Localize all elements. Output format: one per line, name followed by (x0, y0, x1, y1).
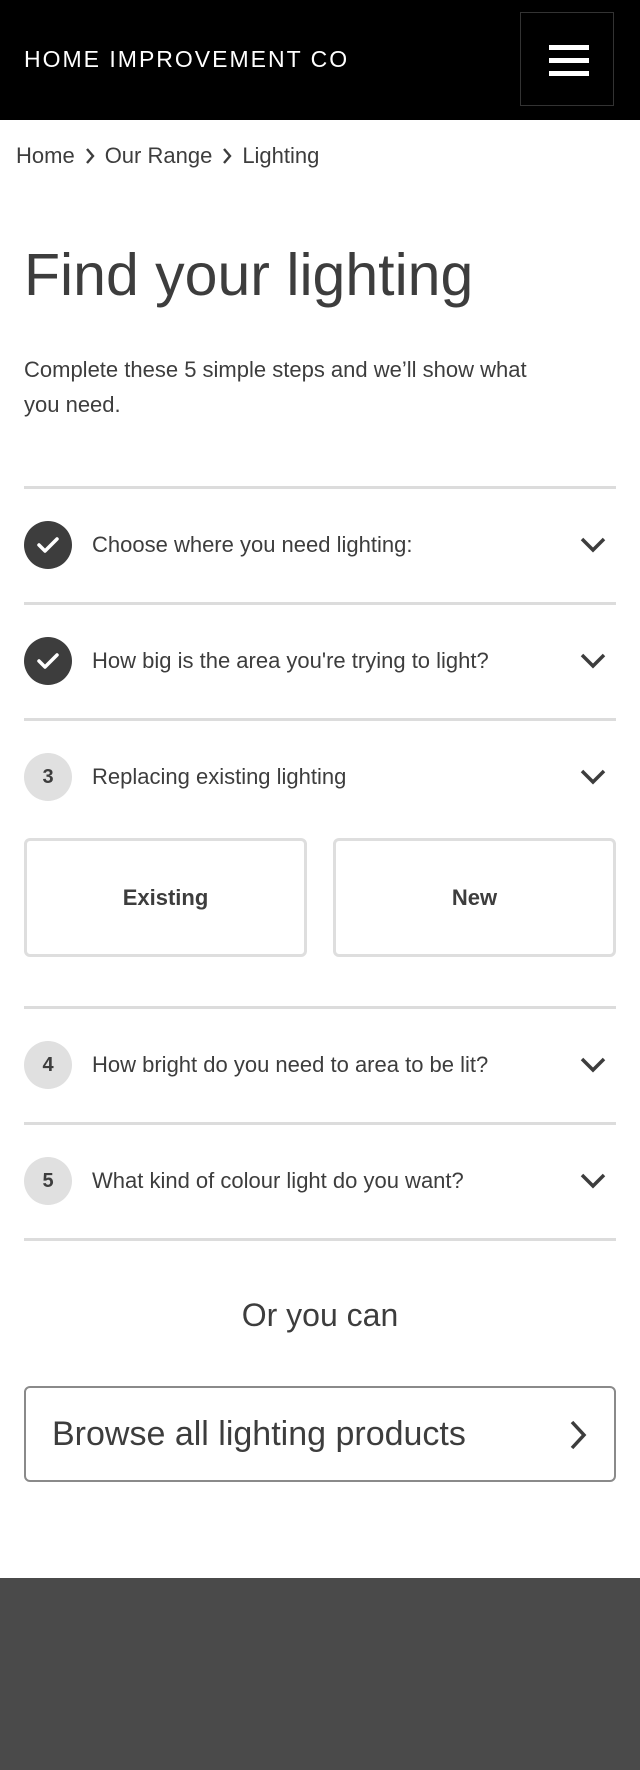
option-existing-button[interactable]: Existing (24, 838, 307, 957)
step-5-number: 5 (24, 1157, 72, 1205)
browse-button-label: Browse all lighting products (52, 1415, 466, 1453)
divider (24, 1122, 616, 1125)
chevron-down-icon (580, 653, 606, 669)
chevron-down-icon (580, 537, 606, 553)
site-footer (0, 1578, 640, 1770)
divider (24, 1238, 616, 1241)
chevron-right-icon (212, 147, 242, 165)
step-3-label: Replacing existing lighting (92, 764, 347, 789)
step-5-label: What kind of colour light do you want? (92, 1168, 464, 1193)
page-title: Find your lighting (24, 242, 474, 308)
breadcrumb-home[interactable]: Home (16, 143, 75, 169)
chevron-down-icon (580, 769, 606, 785)
divider (24, 486, 616, 489)
breadcrumb: Home Our Range Lighting (16, 140, 319, 172)
chevron-right-icon (75, 147, 105, 165)
step-5-header[interactable]: 5 What kind of colour light do you want? (24, 1127, 616, 1237)
step-2-label: How big is the area you're trying to lig… (92, 648, 489, 673)
step-1-header[interactable]: Choose where you need lighting: (24, 491, 616, 601)
browse-all-lighting-button[interactable]: Browse all lighting products (24, 1386, 616, 1482)
step-3-number: 3 (24, 753, 72, 801)
step-4-label: How bright do you need to area to be lit… (92, 1052, 489, 1077)
menu-button[interactable] (520, 12, 614, 106)
check-icon (24, 637, 72, 685)
divider (24, 718, 616, 721)
breadcrumb-current: Lighting (242, 143, 320, 168)
chevron-down-icon (580, 1173, 606, 1189)
step-1-label: Choose where you need lighting: (92, 532, 413, 557)
step-4-header[interactable]: 4 How bright do you need to area to be l… (24, 1011, 616, 1121)
step-4-number: 4 (24, 1041, 72, 1089)
step-3-header[interactable]: 3 Replacing existing lighting (24, 723, 616, 833)
chevron-down-icon (580, 1057, 606, 1073)
site-header: HOME IMPROVEMENT CO (0, 0, 640, 120)
step-2-header[interactable]: How big is the area you're trying to lig… (24, 607, 616, 717)
chevron-right-icon (570, 1420, 587, 1450)
page-intro: Complete these 5 simple steps and we’ll … (24, 357, 527, 417)
breadcrumb-our-range[interactable]: Our Range (105, 143, 213, 169)
brand-logo[interactable]: HOME IMPROVEMENT CO (24, 46, 349, 73)
divider (24, 1006, 616, 1009)
option-new-button[interactable]: New (333, 838, 616, 957)
check-icon (24, 521, 72, 569)
divider (24, 602, 616, 605)
or-you-can-heading: Or you can (241, 1297, 399, 1333)
